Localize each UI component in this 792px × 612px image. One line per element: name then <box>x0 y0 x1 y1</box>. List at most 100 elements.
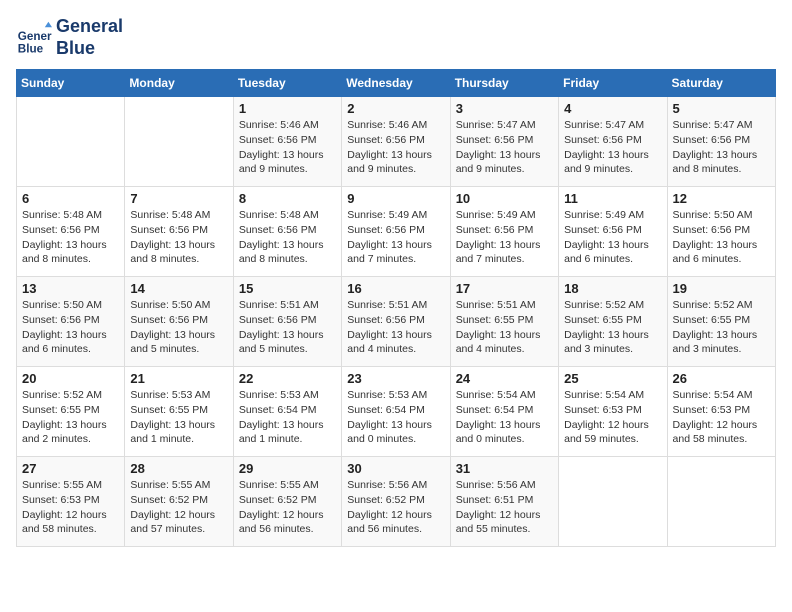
calendar-cell: 12 Sunrise: 5:50 AM Sunset: 6:56 PM Dayli… <box>667 187 775 277</box>
calendar-table: SundayMondayTuesdayWednesdayThursdayFrid… <box>16 69 776 547</box>
calendar-week-5: 27 Sunrise: 5:55 AM Sunset: 6:53 PM Dayli… <box>17 457 776 547</box>
day-header-sunday: Sunday <box>17 70 125 97</box>
day-info: Sunrise: 5:48 AM Sunset: 6:56 PM Dayligh… <box>130 208 227 267</box>
day-info: Sunrise: 5:49 AM Sunset: 6:56 PM Dayligh… <box>456 208 553 267</box>
svg-text:Blue: Blue <box>18 42 44 55</box>
calendar-cell: 10 Sunrise: 5:49 AM Sunset: 6:56 PM Dayli… <box>450 187 558 277</box>
day-info: Sunrise: 5:46 AM Sunset: 6:56 PM Dayligh… <box>347 118 444 177</box>
day-number: 23 <box>347 371 444 386</box>
day-number: 5 <box>673 101 770 116</box>
day-info: Sunrise: 5:50 AM Sunset: 6:56 PM Dayligh… <box>673 208 770 267</box>
day-info: Sunrise: 5:55 AM Sunset: 6:52 PM Dayligh… <box>130 478 227 537</box>
calendar-cell: 2 Sunrise: 5:46 AM Sunset: 6:56 PM Daylig… <box>342 97 450 187</box>
day-number: 28 <box>130 461 227 476</box>
calendar-cell: 6 Sunrise: 5:48 AM Sunset: 6:56 PM Daylig… <box>17 187 125 277</box>
day-header-saturday: Saturday <box>667 70 775 97</box>
day-info: Sunrise: 5:54 AM Sunset: 6:53 PM Dayligh… <box>564 388 661 447</box>
calendar-cell: 25 Sunrise: 5:54 AM Sunset: 6:53 PM Dayli… <box>559 367 667 457</box>
day-info: Sunrise: 5:49 AM Sunset: 6:56 PM Dayligh… <box>564 208 661 267</box>
logo: General Blue General Blue <box>16 16 123 59</box>
calendar-cell: 19 Sunrise: 5:52 AM Sunset: 6:55 PM Dayli… <box>667 277 775 367</box>
calendar-cell: 14Sunrise: 5:50 AM Sunset: 6:56 PM Dayli… <box>125 277 233 367</box>
day-number: 16 <box>347 281 444 296</box>
day-info: Sunrise: 5:51 AM Sunset: 6:56 PM Dayligh… <box>347 298 444 357</box>
day-info: Sunrise: 5:52 AM Sunset: 6:55 PM Dayligh… <box>22 388 119 447</box>
page-header: General Blue General Blue <box>16 16 776 59</box>
day-number: 20 <box>22 371 119 386</box>
calendar-cell: 17 Sunrise: 5:51 AM Sunset: 6:55 PM Dayli… <box>450 277 558 367</box>
calendar-cell <box>559 457 667 547</box>
day-info: Sunrise: 5:52 AM Sunset: 6:55 PM Dayligh… <box>564 298 661 357</box>
calendar-cell: 13Sunrise: 5:50 AM Sunset: 6:56 PM Dayli… <box>17 277 125 367</box>
day-number: 1 <box>239 101 336 116</box>
day-info: Sunrise: 5:53 AM Sunset: 6:55 PM Dayligh… <box>130 388 227 447</box>
calendar-cell <box>667 457 775 547</box>
day-info: Sunrise: 5:52 AM Sunset: 6:55 PM Dayligh… <box>673 298 770 357</box>
day-header-tuesday: Tuesday <box>233 70 341 97</box>
day-number: 22 <box>239 371 336 386</box>
calendar-cell: 16 Sunrise: 5:51 AM Sunset: 6:56 PM Dayli… <box>342 277 450 367</box>
day-info: Sunrise: 5:55 AM Sunset: 6:52 PM Dayligh… <box>239 478 336 537</box>
day-number: 18 <box>564 281 661 296</box>
day-header-friday: Friday <box>559 70 667 97</box>
calendar-cell: 27 Sunrise: 5:55 AM Sunset: 6:53 PM Dayli… <box>17 457 125 547</box>
day-number: 26 <box>673 371 770 386</box>
calendar-cell: 11 Sunrise: 5:49 AM Sunset: 6:56 PM Dayli… <box>559 187 667 277</box>
day-info: Sunrise: 5:51 AM Sunset: 6:56 PM Dayligh… <box>239 298 336 357</box>
day-number: 17 <box>456 281 553 296</box>
day-info: Sunrise: 5:53 AM Sunset: 6:54 PM Dayligh… <box>239 388 336 447</box>
calendar-cell: 7 Sunrise: 5:48 AM Sunset: 6:56 PM Daylig… <box>125 187 233 277</box>
day-info: Sunrise: 5:47 AM Sunset: 6:56 PM Dayligh… <box>673 118 770 177</box>
svg-text:General: General <box>18 29 52 42</box>
day-number: 11 <box>564 191 661 206</box>
day-info: Sunrise: 5:47 AM Sunset: 6:56 PM Dayligh… <box>456 118 553 177</box>
calendar-cell: 20 Sunrise: 5:52 AM Sunset: 6:55 PM Dayli… <box>17 367 125 457</box>
calendar-cell: 18 Sunrise: 5:52 AM Sunset: 6:55 PM Dayli… <box>559 277 667 367</box>
day-number: 15 <box>239 281 336 296</box>
calendar-cell <box>125 97 233 187</box>
calendar-week-3: 13Sunrise: 5:50 AM Sunset: 6:56 PM Dayli… <box>17 277 776 367</box>
day-info: Sunrise: 5:47 AM Sunset: 6:56 PM Dayligh… <box>564 118 661 177</box>
day-number: 25 <box>564 371 661 386</box>
day-info: Sunrise: 5:51 AM Sunset: 6:55 PM Dayligh… <box>456 298 553 357</box>
calendar-cell: 9Sunrise: 5:49 AM Sunset: 6:56 PM Daylig… <box>342 187 450 277</box>
day-number: 10 <box>456 191 553 206</box>
day-number: 6 <box>22 191 119 206</box>
days-header-row: SundayMondayTuesdayWednesdayThursdayFrid… <box>17 70 776 97</box>
day-number: 9 <box>347 191 444 206</box>
day-number: 24 <box>456 371 553 386</box>
day-number: 27 <box>22 461 119 476</box>
day-number: 31 <box>456 461 553 476</box>
calendar-week-4: 20 Sunrise: 5:52 AM Sunset: 6:55 PM Dayli… <box>17 367 776 457</box>
day-number: 12 <box>673 191 770 206</box>
day-info: Sunrise: 5:50 AM Sunset: 6:56 PM Dayligh… <box>22 298 119 357</box>
calendar-cell: 30 Sunrise: 5:56 AM Sunset: 6:52 PM Dayli… <box>342 457 450 547</box>
calendar-cell: 28 Sunrise: 5:55 AM Sunset: 6:52 PM Dayli… <box>125 457 233 547</box>
day-info: Sunrise: 5:54 AM Sunset: 6:53 PM Dayligh… <box>673 388 770 447</box>
day-number: 30 <box>347 461 444 476</box>
calendar-cell: 24Sunrise: 5:54 AM Sunset: 6:54 PM Dayli… <box>450 367 558 457</box>
day-info: Sunrise: 5:55 AM Sunset: 6:53 PM Dayligh… <box>22 478 119 537</box>
day-header-wednesday: Wednesday <box>342 70 450 97</box>
logo-icon: General Blue <box>16 20 52 56</box>
day-info: Sunrise: 5:56 AM Sunset: 6:52 PM Dayligh… <box>347 478 444 537</box>
day-header-monday: Monday <box>125 70 233 97</box>
day-number: 2 <box>347 101 444 116</box>
day-info: Sunrise: 5:50 AM Sunset: 6:56 PM Dayligh… <box>130 298 227 357</box>
day-number: 3 <box>456 101 553 116</box>
day-info: Sunrise: 5:46 AM Sunset: 6:56 PM Dayligh… <box>239 118 336 177</box>
calendar-cell <box>17 97 125 187</box>
calendar-cell: 8 Sunrise: 5:48 AM Sunset: 6:56 PM Daylig… <box>233 187 341 277</box>
day-number: 4 <box>564 101 661 116</box>
calendar-week-2: 6 Sunrise: 5:48 AM Sunset: 6:56 PM Daylig… <box>17 187 776 277</box>
day-info: Sunrise: 5:48 AM Sunset: 6:56 PM Dayligh… <box>239 208 336 267</box>
calendar-cell: 21Sunrise: 5:53 AM Sunset: 6:55 PM Dayli… <box>125 367 233 457</box>
day-number: 29 <box>239 461 336 476</box>
calendar-cell: 26 Sunrise: 5:54 AM Sunset: 6:53 PM Dayli… <box>667 367 775 457</box>
day-number: 19 <box>673 281 770 296</box>
day-number: 7 <box>130 191 227 206</box>
calendar-cell: 31Sunrise: 5:56 AM Sunset: 6:51 PM Dayli… <box>450 457 558 547</box>
day-info: Sunrise: 5:48 AM Sunset: 6:56 PM Dayligh… <box>22 208 119 267</box>
day-number: 8 <box>239 191 336 206</box>
calendar-cell: 1 Sunrise: 5:46 AM Sunset: 6:56 PM Daylig… <box>233 97 341 187</box>
